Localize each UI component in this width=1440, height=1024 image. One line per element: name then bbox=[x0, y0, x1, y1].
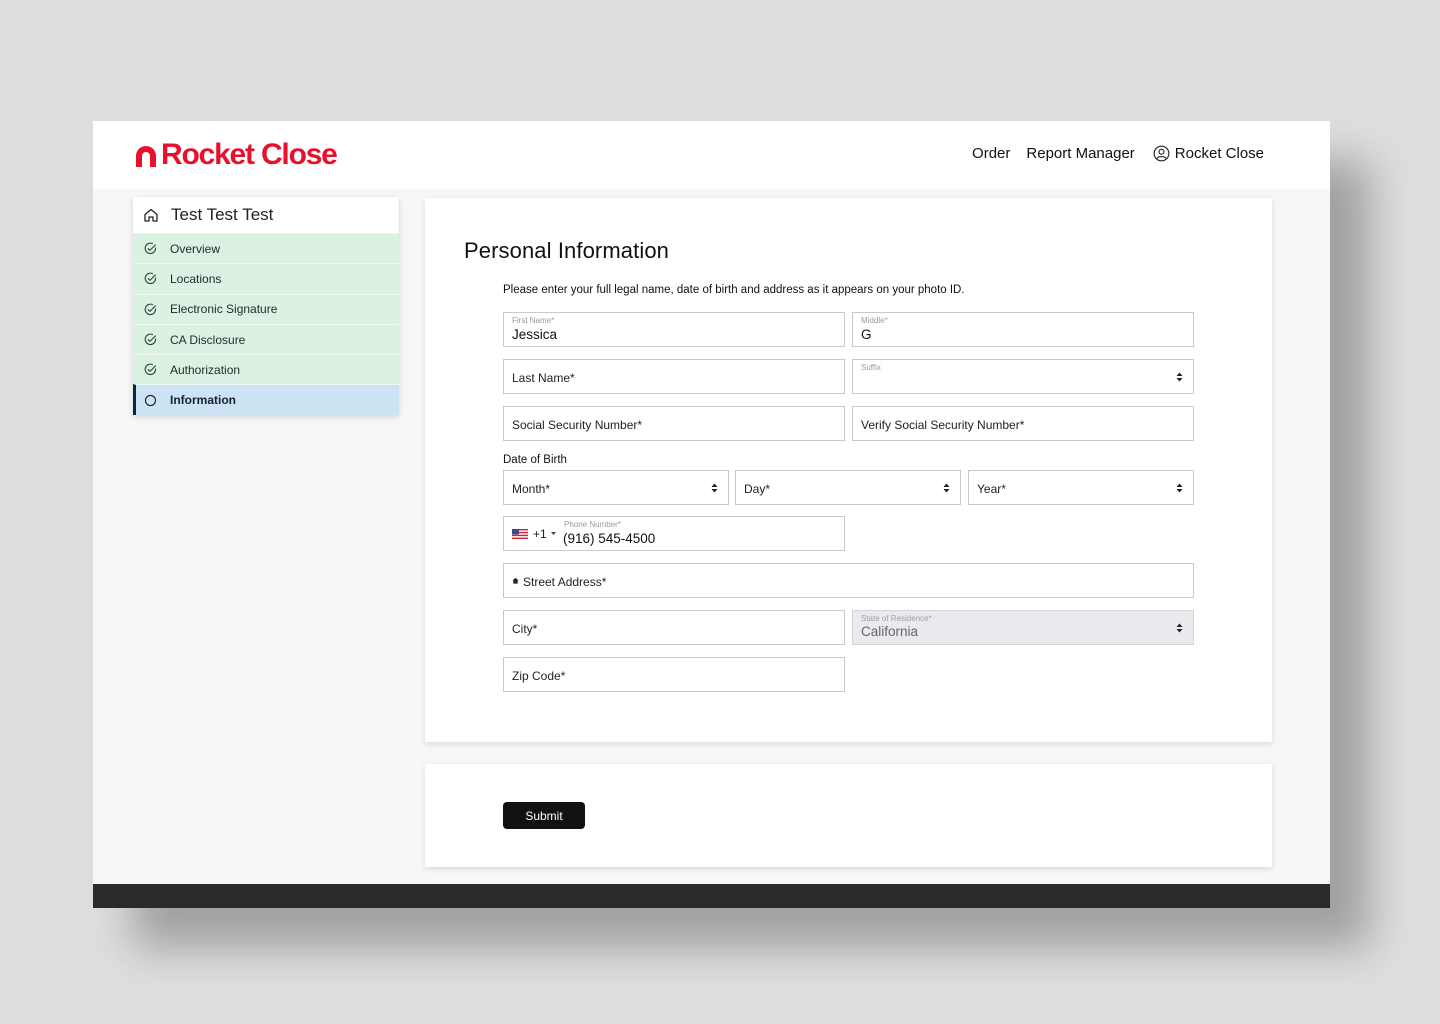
ssn-field[interactable]: Social Security Number* bbox=[503, 406, 845, 441]
select-arrows-icon bbox=[1176, 372, 1183, 382]
field-placeholder: Social Security Number* bbox=[512, 418, 643, 432]
sidebar-item-locations[interactable]: Locations bbox=[133, 263, 399, 294]
select-arrows-icon bbox=[1176, 623, 1183, 633]
check-circle-icon bbox=[144, 333, 157, 346]
field-label: Middle* bbox=[861, 316, 888, 325]
sidebar-item-label: Electronic Signature bbox=[170, 302, 278, 317]
field-placeholder: Verify Social Security Number* bbox=[861, 418, 1025, 432]
dob-day-select[interactable]: Day* bbox=[735, 470, 961, 505]
dob-label: Date of Birth bbox=[503, 454, 567, 466]
submit-card: Submit bbox=[425, 764, 1272, 867]
field-placeholder: Day* bbox=[744, 482, 771, 496]
field-value: Jessica bbox=[512, 327, 558, 342]
field-value: California bbox=[861, 624, 919, 639]
chevron-down-icon[interactable] bbox=[551, 532, 556, 535]
user-circle-icon bbox=[1153, 145, 1170, 162]
phone-field[interactable]: +1 Phone Number* (916) 545-4500 bbox=[503, 516, 845, 551]
footer-bar bbox=[93, 884, 1330, 908]
field-placeholder: Month* bbox=[512, 482, 551, 496]
check-circle-icon bbox=[144, 273, 157, 285]
sidebar-item-label: CA Disclosure bbox=[170, 332, 246, 347]
field-placeholder: Last Name* bbox=[512, 371, 575, 385]
sidebar-item-authorization[interactable]: Authorization bbox=[133, 354, 399, 385]
sidebar-item-ca-disclosure[interactable]: CA Disclosure bbox=[133, 323, 399, 355]
home-icon bbox=[144, 208, 158, 222]
field-value: (916) 545-4500 bbox=[563, 531, 656, 546]
select-arrows-icon bbox=[1176, 483, 1183, 493]
select-arrows-icon bbox=[711, 483, 718, 493]
top-nav: Order Report Manager Rocket Close bbox=[956, 145, 1264, 162]
page-title: Personal Information bbox=[464, 238, 669, 263]
dob-month-select[interactable]: Month* bbox=[503, 470, 729, 505]
personal-info-card: Personal Information Please enter your f… bbox=[425, 198, 1272, 742]
sidebar-item-label: Overview bbox=[170, 241, 221, 256]
form-instructions: Please enter your full legal name, date … bbox=[503, 284, 965, 296]
top-header: Rocket Close Order Report Manager Rocket… bbox=[93, 121, 1330, 189]
field-placeholder: City* bbox=[512, 622, 538, 636]
last-name-field[interactable]: Last Name* bbox=[503, 359, 845, 394]
sidebar-item-overview[interactable]: Overview bbox=[133, 233, 399, 264]
submit-button[interactable]: Submit bbox=[503, 802, 585, 829]
verify-ssn-field[interactable]: Verify Social Security Number* bbox=[852, 406, 1194, 441]
first-name-field[interactable]: First Name* Jessica bbox=[503, 312, 845, 347]
sidebar-item-label: Authorization bbox=[170, 362, 241, 377]
sidebar-header[interactable]: Test Test Test bbox=[133, 197, 399, 233]
brand-logo[interactable]: Rocket Close bbox=[133, 138, 338, 171]
check-circle-icon bbox=[144, 363, 157, 376]
rocket-logo-icon bbox=[136, 146, 156, 167]
sidebar-item-label: Locations bbox=[170, 271, 222, 286]
check-circle-icon bbox=[144, 303, 157, 315]
zip-code-field[interactable]: Zip Code* bbox=[503, 657, 845, 692]
state-select: State of Residence* California bbox=[852, 610, 1194, 645]
field-value: G bbox=[861, 327, 872, 342]
circle-icon bbox=[144, 394, 157, 406]
field-label: Suffix bbox=[861, 363, 881, 372]
dob-year-select[interactable]: Year* bbox=[968, 470, 1194, 505]
check-circle-icon bbox=[144, 242, 157, 255]
nav-report-manager-link[interactable]: Report Manager bbox=[1026, 145, 1134, 162]
field-label: State of Residence* bbox=[861, 614, 932, 623]
sidebar-item-electronic-signature[interactable]: Electronic Signature bbox=[133, 293, 399, 324]
field-label: Phone Number* bbox=[564, 520, 621, 529]
user-name: Rocket Close bbox=[1174, 145, 1264, 162]
street-address-field[interactable]: Street Address* bbox=[503, 563, 1194, 598]
suffix-select[interactable]: Suffix bbox=[852, 359, 1194, 394]
us-flag-icon[interactable] bbox=[512, 529, 528, 539]
sidebar-item-label: Information bbox=[170, 393, 236, 408]
nav-order-link[interactable]: Order bbox=[972, 145, 1010, 162]
field-placeholder: Street Address* bbox=[523, 575, 607, 589]
field-placeholder: Zip Code* bbox=[512, 669, 566, 683]
field-placeholder: Year* bbox=[977, 482, 1006, 496]
brand-name: Rocket Close bbox=[161, 138, 338, 171]
middle-name-field[interactable]: Middle* G bbox=[852, 312, 1194, 347]
progress-sidebar: Test Test Test Overview Locations Electr… bbox=[133, 197, 399, 415]
select-arrows-icon bbox=[943, 483, 950, 493]
user-menu[interactable]: Rocket Close bbox=[1153, 145, 1264, 162]
app-window: Rocket Close Order Report Manager Rocket… bbox=[93, 121, 1330, 908]
city-field[interactable]: City* bbox=[503, 610, 845, 645]
sidebar-item-information[interactable]: Information bbox=[133, 384, 399, 415]
field-label: First Name* bbox=[512, 316, 555, 325]
country-code[interactable]: +1 bbox=[533, 527, 547, 541]
home-icon bbox=[512, 577, 519, 584]
sidebar-title: Test Test Test bbox=[171, 205, 274, 224]
